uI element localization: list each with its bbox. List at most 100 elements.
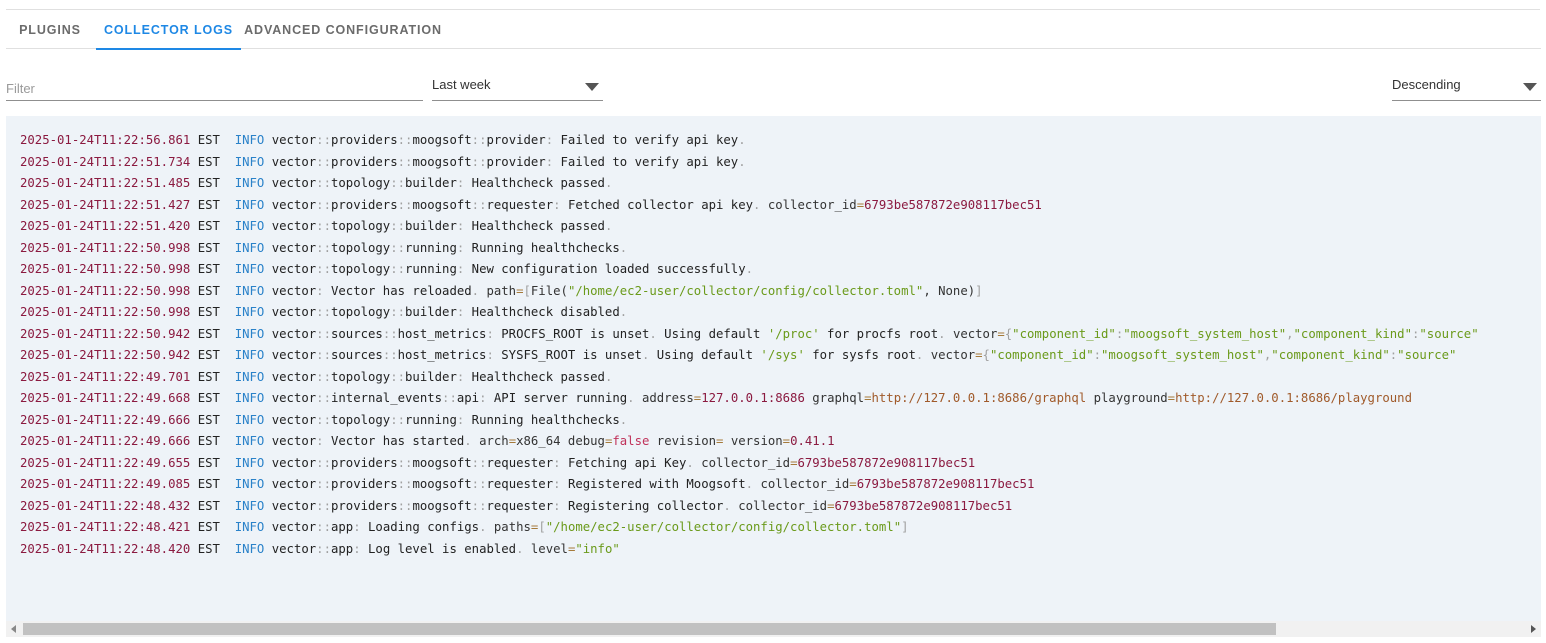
tab-advanced-configuration[interactable]: ADVANCED CONFIGURATION bbox=[243, 10, 443, 49]
module-separator: :: bbox=[390, 305, 406, 319]
module-colon: : bbox=[479, 391, 487, 405]
scroll-right-icon[interactable] bbox=[1531, 625, 1536, 633]
log-timezone: EST bbox=[197, 240, 220, 255]
log-timestamp: 2025-01-24T11:22:50.942 bbox=[20, 326, 191, 341]
log-module: vector::internal_events::api bbox=[271, 391, 480, 405]
log-message: Healthcheck passed bbox=[471, 219, 605, 233]
filter-field[interactable] bbox=[6, 72, 423, 101]
log-field-key: collector_id bbox=[767, 197, 857, 212]
log-level: INFO bbox=[234, 326, 265, 341]
log-line: 2025-01-24T11:22:51.420 EST INFO vector:… bbox=[20, 216, 1479, 238]
log-level: INFO bbox=[234, 240, 265, 255]
log-line: 2025-01-24T11:22:51.427 EST INFO vector:… bbox=[20, 195, 1479, 217]
tab-collector-logs[interactable]: COLLECTOR LOGS bbox=[96, 10, 241, 50]
log-module: vector::sources::host_metrics bbox=[271, 326, 487, 341]
log-field-key: collector_id bbox=[701, 455, 791, 470]
message-period: . bbox=[604, 219, 613, 233]
log-field-segment: "moogsoft_system_host" bbox=[1123, 326, 1287, 341]
log-message: API server running bbox=[493, 391, 628, 405]
module-separator: :: bbox=[316, 219, 331, 233]
tab-plugins[interactable]: PLUGINS bbox=[6, 10, 94, 49]
log-timestamp: 2025-01-24T11:22:49.666 bbox=[20, 412, 191, 427]
log-message: Fetched collector api key bbox=[567, 197, 754, 212]
message-period: . bbox=[738, 133, 746, 147]
log-field-segment: ] bbox=[975, 283, 983, 298]
module-colon: : bbox=[316, 434, 324, 448]
module-colon: : bbox=[486, 348, 494, 362]
log-message: Fetching api Key bbox=[567, 455, 687, 470]
log-line: 2025-01-24T11:22:48.432 EST INFO vector:… bbox=[20, 496, 1479, 518]
module-separator: :: bbox=[390, 369, 406, 384]
log-module: vector::app bbox=[271, 541, 354, 556]
module-separator: :: bbox=[471, 133, 487, 147]
log-level: INFO bbox=[234, 154, 265, 169]
message-period: . bbox=[723, 498, 731, 513]
field-equals: = bbox=[782, 434, 791, 448]
log-field-segment: , None) bbox=[923, 283, 976, 298]
sort-order-select[interactable]: Descending bbox=[1392, 72, 1541, 101]
log-field-value: "info" bbox=[575, 541, 620, 556]
log-message: Healthcheck disabled bbox=[471, 305, 620, 319]
scroll-left-icon[interactable] bbox=[11, 625, 16, 633]
module-separator: :: bbox=[390, 176, 406, 190]
scrollbar-thumb[interactable] bbox=[23, 623, 1276, 635]
module-separator: :: bbox=[316, 520, 331, 534]
log-timestamp: 2025-01-24T11:22:50.998 bbox=[20, 240, 191, 255]
log-field-value: 6793be587872e908117bec51 bbox=[797, 455, 976, 470]
log-timezone: EST bbox=[197, 348, 220, 362]
log-level: INFO bbox=[234, 262, 265, 276]
message-period: . bbox=[619, 412, 628, 427]
module-separator: :: bbox=[390, 262, 406, 276]
horizontal-scrollbar[interactable] bbox=[6, 621, 1541, 637]
log-timezone: EST bbox=[197, 498, 220, 513]
time-range-select[interactable]: Last week bbox=[432, 72, 603, 101]
module-separator: :: bbox=[316, 240, 331, 255]
log-field-segment: "component_kind" bbox=[1293, 326, 1412, 341]
log-message: SYSFS_ROOT is unset bbox=[501, 348, 642, 362]
module-colon: : bbox=[545, 154, 554, 169]
filter-input[interactable] bbox=[6, 72, 423, 100]
message-period: . bbox=[464, 434, 472, 448]
log-message: New configuration loaded successfully bbox=[471, 262, 746, 276]
module-separator: :: bbox=[316, 154, 331, 169]
log-timezone: EST bbox=[197, 133, 220, 147]
log-module: vector::providers::moogsoft::requester bbox=[271, 477, 554, 491]
message-period: . bbox=[479, 520, 487, 534]
log-timezone: EST bbox=[197, 520, 220, 534]
time-range-value: Last week bbox=[432, 77, 491, 92]
log-timezone: EST bbox=[197, 262, 220, 276]
log-viewer[interactable]: 2025-01-24T11:22:56.861 EST INFO vector:… bbox=[6, 116, 1541, 637]
log-message: Healthcheck passed bbox=[471, 176, 605, 190]
log-field-value: http://127.0.0.1:8686/playground bbox=[1175, 391, 1412, 405]
log-level: INFO bbox=[234, 434, 265, 448]
log-timestamp: 2025-01-24T11:22:56.861 bbox=[20, 133, 191, 147]
module-separator: :: bbox=[316, 369, 331, 384]
log-timestamp: 2025-01-24T11:22:51.420 bbox=[20, 219, 191, 233]
log-level: INFO bbox=[234, 520, 265, 534]
module-separator: :: bbox=[382, 348, 398, 362]
log-field-value: 6793be587872e908117bec51 bbox=[834, 498, 1013, 513]
log-level: INFO bbox=[234, 477, 265, 491]
log-field-segment: [ bbox=[523, 283, 531, 298]
log-line: 2025-01-24T11:22:49.085 EST INFO vector:… bbox=[20, 474, 1479, 496]
module-separator: :: bbox=[390, 219, 406, 233]
message-period: . bbox=[471, 283, 480, 298]
log-field-segment: = bbox=[975, 348, 983, 362]
module-separator: :: bbox=[316, 391, 331, 405]
log-field-key: graphql bbox=[812, 391, 865, 405]
log-message: Loading configs bbox=[368, 520, 480, 534]
log-line: 2025-01-24T11:22:49.666 EST INFO vector:… bbox=[20, 431, 1479, 453]
log-line: 2025-01-24T11:22:48.421 EST INFO vector:… bbox=[20, 517, 1479, 539]
log-timestamp: 2025-01-24T11:22:51.485 bbox=[20, 176, 191, 190]
log-field-key: address bbox=[641, 391, 694, 405]
log-field-segment: for procfs root bbox=[819, 326, 939, 341]
log-field-segment: . bbox=[915, 348, 931, 362]
log-message: Healthcheck passed bbox=[471, 369, 605, 384]
message-period: . bbox=[619, 240, 628, 255]
module-separator: :: bbox=[316, 176, 331, 190]
log-level: INFO bbox=[234, 219, 265, 233]
module-separator: :: bbox=[397, 455, 413, 470]
log-line: 2025-01-24T11:22:50.942 EST INFO vector:… bbox=[20, 345, 1479, 367]
log-field-segment: "component_id" bbox=[1012, 326, 1116, 341]
log-field-segment: vector bbox=[930, 348, 976, 362]
